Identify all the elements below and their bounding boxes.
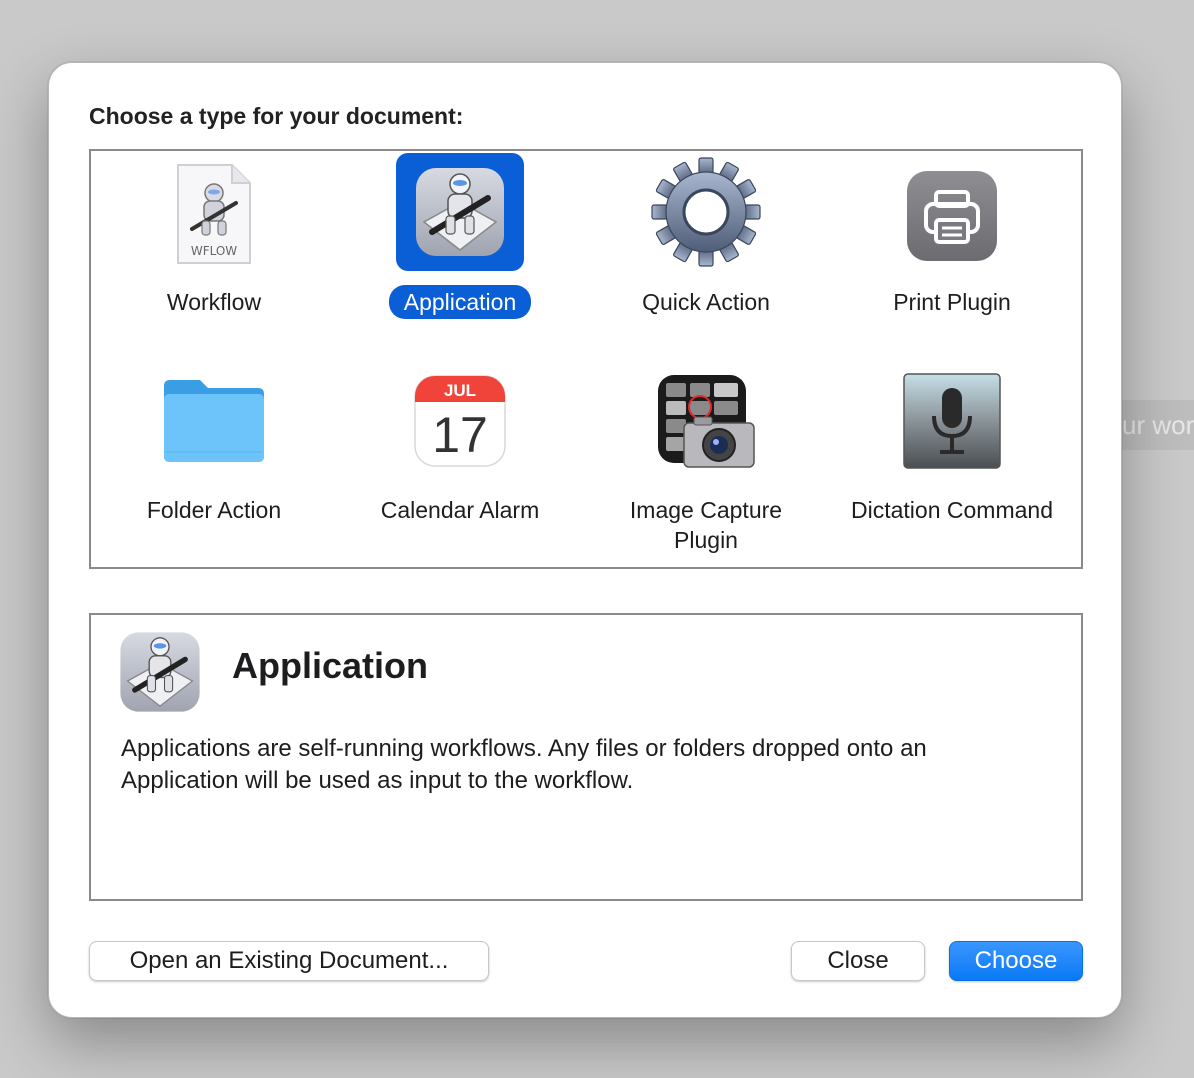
type-label-image-capture-plugin: Image Capture Plugin [629,497,783,553]
automator-robot-icon [115,627,205,717]
type-label-workflow: Workflow [166,289,262,315]
calendar-day: 17 [432,407,488,463]
close-button[interactable]: Close [791,941,925,981]
description-title: Application [232,645,428,686]
calendar-month: JUL [444,381,476,400]
type-label-quick-action: Quick Action [642,289,770,315]
workflow-document-icon: WFLOW [150,161,278,269]
gear-icon [642,153,770,271]
folder-icon [150,371,278,471]
calendar-icon: JUL 17 [396,371,524,471]
description-panel: Application Applications are self-runnin… [89,613,1083,901]
dialog-prompt: Choose a type for your document: [89,103,464,129]
document-type-grid: WFLOW Workflow Application Quick Action … [89,149,1083,569]
open-existing-document-button[interactable]: Open an Existing Document... [89,941,489,981]
type-label-print-plugin: Print Plugin [893,289,1011,315]
choose-button[interactable]: Choose [949,941,1083,981]
document-type-dialog: Choose a type for your document: WFLOW W… [48,62,1122,1018]
type-label-application: Application [388,285,532,319]
printer-icon [888,157,1016,275]
description-text: Applications are self-running workflows.… [121,735,927,794]
microphone-icon [888,371,1016,471]
type-label-folder-action: Folder Action [146,497,282,523]
camera-icon [642,371,770,471]
wflow-badge: WFLOW [191,244,237,258]
type-label-dictation-command: Dictation Command [851,497,1053,523]
background-window-text: ur worl [1122,400,1194,450]
type-label-calendar-alarm: Calendar Alarm [380,497,540,523]
automator-robot-icon [396,153,524,271]
